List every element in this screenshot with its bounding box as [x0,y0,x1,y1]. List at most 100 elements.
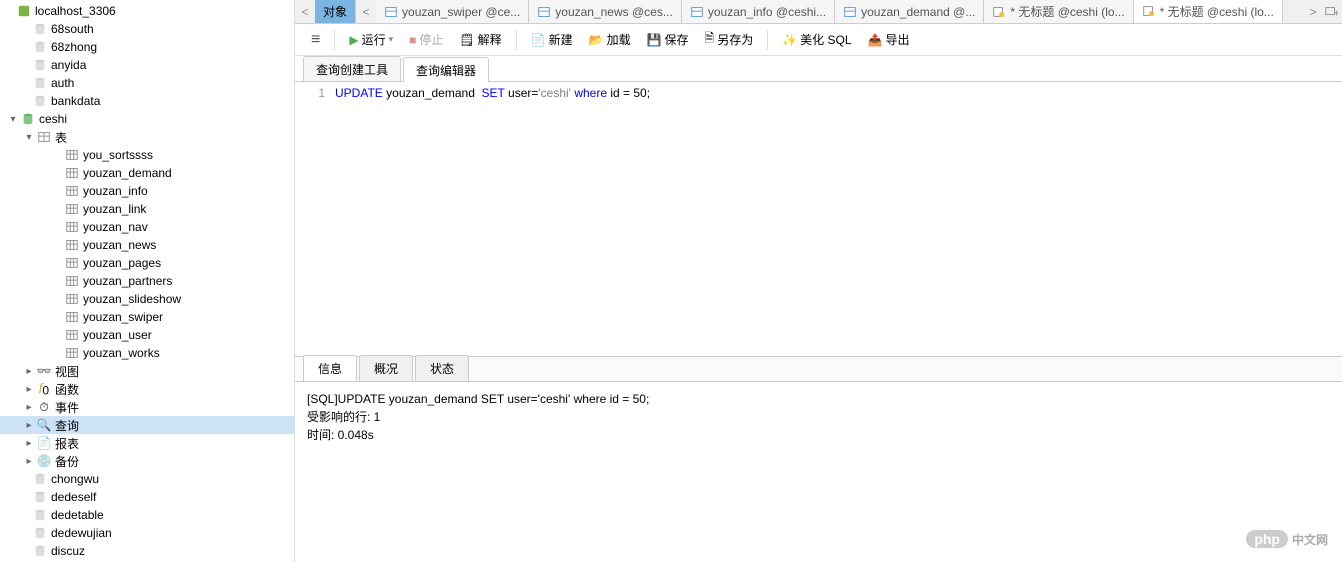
node-icon [64,345,80,361]
node-label: youzan_demand [83,166,172,180]
tree-item[interactable]: youzan_partners [0,272,294,290]
tree-item[interactable]: ▸⏱事件 [0,398,294,416]
tree-item[interactable]: ▸📄报表 [0,434,294,452]
tab-add-icon[interactable]: + [1323,4,1339,20]
tree-item[interactable]: dedetable [0,506,294,524]
tree-item[interactable]: ▸💿备份 [0,452,294,470]
tree-item[interactable]: dedeself [0,488,294,506]
tree-item[interactable]: youzan_nav [0,218,294,236]
tree-db-list-bottom: chongwu dedeselfdedetablededewujiandiscuz… [0,470,294,562]
tab-nav-prev2[interactable]: < [356,5,376,19]
node-icon [64,237,80,253]
node-icon [64,255,80,271]
tree-item[interactable]: youzan_user [0,326,294,344]
watermark-text: 中文网 [1292,531,1328,548]
top-tab[interactable]: * 无标题 @ceshi (lo... [1134,0,1283,23]
result-tab-profile[interactable]: 概况 [359,355,413,381]
node-icon [64,165,80,181]
tree-item[interactable]: you_sortssss [0,146,294,164]
menu-button[interactable]: ≡ [305,28,326,52]
tree-item[interactable]: youzan_works [0,344,294,362]
stop-button[interactable]: ■停止 [403,28,449,51]
node-icon [64,147,80,163]
node-icon: 🔍 [36,417,52,433]
node-icon [64,291,80,307]
tree-item[interactable]: ▸🔍查询 [0,416,294,434]
btn-label: 导出 [885,31,909,48]
save-as-button[interactable]: 🗎另存为 [699,26,760,53]
explain-button[interactable]: 🗒解释 [453,28,507,51]
save-button[interactable]: 💾保存 [641,28,695,51]
node-label: youzan_news [83,238,156,252]
play-icon: ▶ [349,33,358,47]
separator [767,30,768,50]
top-tab[interactable]: * 无标题 @ceshi (lo... [984,0,1133,23]
connection-node[interactable]: localhost_3306 [0,2,294,20]
tree-item[interactable]: ▸👓视图 [0,362,294,380]
sidebar: localhost_3306 68south 68zhong anyidaauthb… [0,0,295,562]
tab-nav-next[interactable]: > [1303,5,1323,19]
db-node-active[interactable]: ▾ ceshi [0,110,294,128]
tables-folder[interactable]: ▾ 表 [0,128,294,146]
node-label: 查询 [55,417,79,434]
database-icon [20,111,36,127]
top-tab[interactable]: youzan_info @ceshi... [682,0,835,23]
run-button[interactable]: ▶运行▾ [343,28,399,51]
node-label: youzan_nav [83,220,148,234]
tree-item[interactable]: bankdata [0,92,294,110]
sub-tab-editor[interactable]: 查询编辑器 [403,57,489,82]
expander-icon: ▸ [22,402,36,413]
tree-item[interactable]: youzan_swiper [0,308,294,326]
btn-label: 保存 [665,31,689,48]
tree-item[interactable]: youzan_news [0,236,294,254]
load-button[interactable]: 📂加载 [583,28,637,51]
tree-item[interactable]: ▸f0函数 [0,380,294,398]
top-tab[interactable]: youzan_news @ces... [529,0,682,23]
node-label: 68zhong [51,40,97,54]
new-icon: 📄 [531,33,546,47]
export-button[interactable]: 📤导出 [862,28,916,51]
tab-objects[interactable]: 对象 [315,0,356,23]
folder-icon: 📂 [589,33,604,47]
tree-db-list-top: 68south 68zhong anyidaauthbankdata [0,20,294,110]
tree-item[interactable]: 68zhong [0,38,294,56]
node-label: 报表 [55,435,79,452]
stop-icon: ■ [409,33,416,47]
tree-item[interactable]: youzan_link [0,200,294,218]
top-tab[interactable]: youzan_demand @... [835,0,984,23]
tree-item[interactable]: youzan_info [0,182,294,200]
tree-item[interactable]: discuz [0,542,294,560]
tree-item[interactable]: chongwu [0,470,294,488]
tree-item[interactable]: youzan_slideshow [0,290,294,308]
node-label: chongwu [51,472,99,486]
beautify-button[interactable]: ✨美化 SQL [776,28,857,51]
node-label: 事件 [55,399,79,416]
top-tab[interactable]: youzan_swiper @ce... [376,0,529,23]
tab-label: 对象 [323,3,347,20]
node-label: youzan_info [83,184,148,198]
tree-item[interactable]: youzan_pages [0,254,294,272]
result-line: 受影响的行: 1 [307,408,1330,426]
save-icon: 💾 [647,33,662,47]
line-number: 1 [295,86,325,100]
gutter: 1 [295,86,335,356]
tab-nav-prev[interactable]: < [295,5,315,19]
main-area: < 对象 < youzan_swiper @ce...youzan_news @… [295,0,1342,562]
tree-item[interactable]: anyida [0,56,294,74]
result-line: [SQL]UPDATE youzan_demand SET user='cesh… [307,390,1330,408]
btn-label: 停止 [419,31,443,48]
node-icon [32,489,48,505]
node-icon [64,327,80,343]
tree-item[interactable]: 68south [0,20,294,38]
sql-editor[interactable]: 1 UPDATE youzan_demand SET user='ceshi' … [295,82,1342,356]
tree-item[interactable]: youzan_demand [0,164,294,182]
new-button[interactable]: 📄新建 [525,28,579,51]
keyword: where [574,86,607,100]
tree-item[interactable]: auth [0,74,294,92]
tab-label: youzan_demand @... [861,5,975,19]
result-tab-status[interactable]: 状态 [415,355,469,381]
tree-item[interactable]: dedewujian [0,524,294,542]
hamburger-icon: ≡ [311,31,320,49]
result-tab-info[interactable]: 信息 [303,355,357,381]
sub-tab-builder[interactable]: 查询创建工具 [303,56,401,81]
